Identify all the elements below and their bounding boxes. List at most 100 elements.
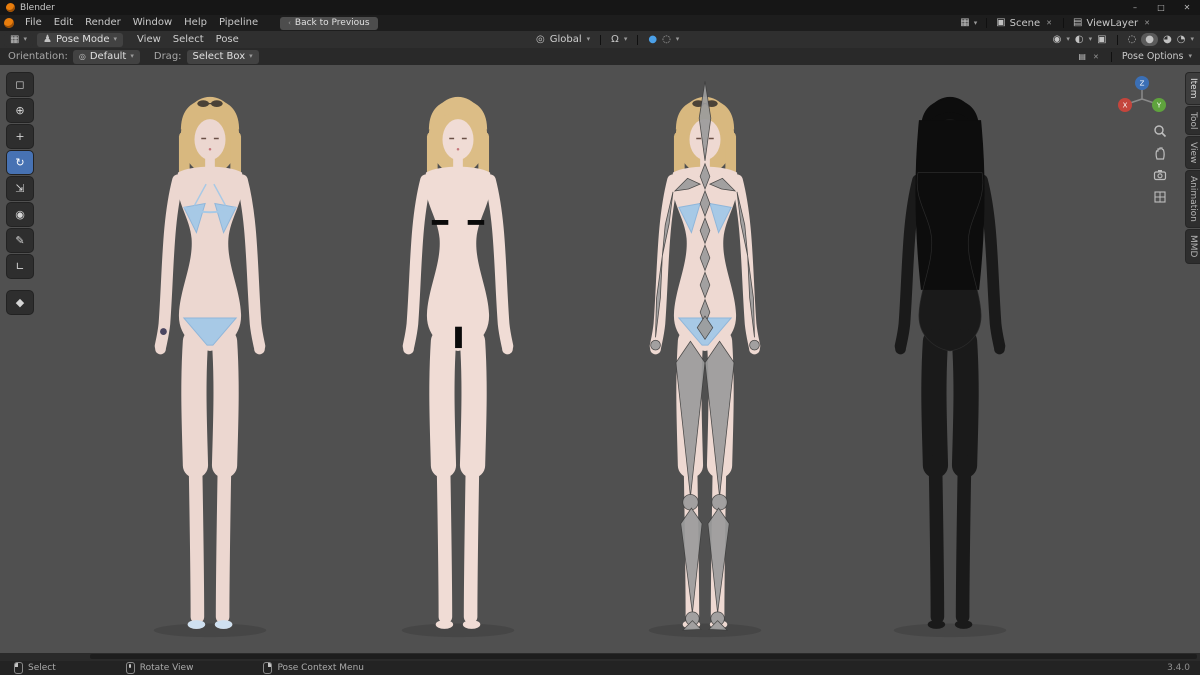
- show-gizmos-icon[interactable]: ◉: [1053, 34, 1062, 45]
- knee-joint-left[interactable]: [682, 494, 699, 511]
- mode-dropdown[interactable]: ♟ Pose Mode ▾: [36, 32, 124, 47]
- editor-type-icon: ▦: [10, 33, 20, 45]
- pose-mode-icon: ♟: [42, 33, 52, 45]
- maximize-button[interactable]: □: [1148, 0, 1174, 15]
- rotate-icon: ↻: [15, 156, 25, 169]
- chevron-down-icon[interactable]: ▾: [587, 36, 591, 43]
- 3d-viewport[interactable]: ◻ ⊕ + ↻ ⇲ ◉ ✎ ∟ ◆ Z Y X Item Tool View A…: [0, 65, 1200, 653]
- menu-select[interactable]: Select: [167, 32, 210, 48]
- tab-item[interactable]: Item: [1186, 73, 1200, 104]
- status-bar: Select Rotate View Pose Context Menu 3.4…: [0, 661, 1200, 675]
- shading-material-icon[interactable]: ◕: [1163, 34, 1172, 45]
- proportional-falloff-icon[interactable]: ◌: [662, 34, 671, 45]
- orientation-value-dropdown[interactable]: ◎ Default ▾: [72, 49, 140, 64]
- minimize-button[interactable]: –: [1122, 0, 1148, 15]
- menu-pipeline[interactable]: Pipeline: [213, 15, 264, 31]
- measure-tool[interactable]: ∟: [7, 255, 33, 278]
- menu-window[interactable]: Window: [127, 15, 178, 31]
- chevron-down-icon[interactable]: ▾: [1089, 36, 1093, 43]
- scale-tool[interactable]: ⇲: [7, 177, 33, 200]
- editor-type-button[interactable]: ▦ ▾: [4, 32, 33, 47]
- tweak-tool[interactable]: ◆: [7, 291, 33, 314]
- chevron-down-icon[interactable]: ▾: [676, 36, 680, 43]
- tab-mmd[interactable]: MMD: [1186, 230, 1200, 263]
- rotate-tool[interactable]: ↻: [7, 151, 33, 174]
- viewlayer-selector[interactable]: ViewLayer: [1087, 18, 1139, 29]
- menu-view[interactable]: View: [131, 32, 167, 48]
- hint-rotate-view: Rotate View: [125, 662, 193, 674]
- shading-solid-icon[interactable]: ●: [1145, 34, 1154, 45]
- chevron-down-icon[interactable]: ▾: [1066, 36, 1070, 43]
- menu-pose[interactable]: Pose: [210, 32, 245, 48]
- select-box-tool[interactable]: ◻: [7, 73, 33, 96]
- right-mouse-icon: [263, 662, 273, 674]
- zoom-icon[interactable]: [1152, 123, 1168, 139]
- tab-animation[interactable]: Animation: [1186, 171, 1200, 228]
- viewlayer-icon[interactable]: ▤: [1073, 18, 1082, 28]
- shading-rendered-icon[interactable]: ◔: [1177, 34, 1186, 45]
- hand-bone-right[interactable]: [749, 339, 760, 351]
- middle-mouse-icon: [125, 662, 135, 674]
- menu-edit[interactable]: Edit: [48, 15, 79, 31]
- menu-file[interactable]: File: [19, 15, 48, 31]
- panel-icon[interactable]: ▤: [1078, 52, 1086, 61]
- menu-render[interactable]: Render: [79, 15, 127, 31]
- move-tool[interactable]: +: [7, 125, 33, 148]
- left-mouse-icon: [14, 662, 23, 674]
- chevron-down-icon[interactable]: ▾: [1188, 53, 1192, 60]
- unlink-scene-icon[interactable]: ✕: [1044, 19, 1054, 27]
- divider: [986, 18, 988, 28]
- blender-version: 3.4.0: [1167, 663, 1190, 673]
- blender-menu-icon[interactable]: [4, 18, 14, 28]
- chevron-down-icon[interactable]: ▾: [624, 36, 628, 43]
- close-button[interactable]: ✕: [1174, 0, 1200, 15]
- window-title: Blender: [20, 2, 55, 13]
- transform-tool[interactable]: ◉: [7, 203, 33, 226]
- armature-bones[interactable]: [650, 81, 760, 631]
- camera-view-icon[interactable]: [1152, 167, 1168, 183]
- figure-4-wireframe[interactable]: [894, 97, 1007, 637]
- timeline-scrollbar[interactable]: [90, 654, 1197, 659]
- screen-layout-icon[interactable]: ▦: [960, 18, 969, 28]
- navigation-gizmo[interactable]: Z Y X: [1114, 73, 1170, 121]
- drag-value-dropdown[interactable]: Select Box ▾: [186, 49, 259, 64]
- shading-wireframe-icon[interactable]: ◌: [1128, 34, 1137, 45]
- figure-1-textured-model[interactable]: [154, 97, 267, 637]
- orientation-dropdown[interactable]: Global: [550, 34, 582, 45]
- menu-help[interactable]: Help: [178, 15, 213, 31]
- knee-joint-right[interactable]: [711, 494, 728, 511]
- viewport-nav-buttons: [1152, 123, 1168, 205]
- proportional-editing-on-icon[interactable]: ●: [648, 34, 657, 45]
- pose-options-panel-header: ▤ ✕ Pose Options ▾: [1078, 51, 1200, 62]
- timeline-strip[interactable]: [0, 653, 1200, 661]
- svg-text:Z: Z: [1140, 80, 1145, 88]
- hand-bone-left[interactable]: [650, 339, 661, 351]
- select-box-icon: ◻: [15, 78, 25, 91]
- cursor-tool[interactable]: ⊕: [7, 99, 33, 122]
- figure-3-armature[interactable]: [649, 81, 762, 637]
- topbar-right: ▦ ▾ ▣ Scene ✕ ▤ ViewLayer ✕: [960, 18, 1200, 29]
- viewport-canvas[interactable]: [0, 65, 1200, 653]
- annotate-icon: ✎: [15, 234, 25, 247]
- divider: [1116, 34, 1118, 45]
- scene-icon[interactable]: ▣: [996, 18, 1005, 28]
- bracelet: [160, 328, 167, 335]
- pan-hand-icon[interactable]: [1152, 145, 1168, 161]
- xray-toggle-icon[interactable]: ▣: [1097, 34, 1106, 45]
- snap-magnet-icon[interactable]: Ω: [611, 34, 619, 45]
- transform-pivot-icon[interactable]: ◎: [536, 34, 545, 45]
- chevron-down-icon[interactable]: ▾: [974, 19, 978, 27]
- annotate-tool[interactable]: ✎: [7, 229, 33, 252]
- topbar: File Edit Render Window Help Pipeline ‹ …: [0, 15, 1200, 31]
- pose-options-label[interactable]: Pose Options: [1122, 51, 1184, 62]
- toggle-perspective-grid-icon[interactable]: [1152, 189, 1168, 205]
- scene-selector[interactable]: Scene: [1010, 18, 1041, 29]
- overlays-icon[interactable]: ◐: [1075, 34, 1084, 45]
- back-to-previous-button[interactable]: ‹ Back to Previous: [280, 16, 378, 30]
- remove-viewlayer-icon[interactable]: ✕: [1142, 19, 1152, 27]
- close-panel-icon[interactable]: ✕: [1091, 53, 1101, 61]
- chevron-down-icon[interactable]: ▾: [1190, 36, 1194, 43]
- tab-view[interactable]: View: [1186, 136, 1200, 169]
- figure-2-base-mesh[interactable]: [402, 97, 515, 637]
- tab-tool[interactable]: Tool: [1186, 106, 1200, 134]
